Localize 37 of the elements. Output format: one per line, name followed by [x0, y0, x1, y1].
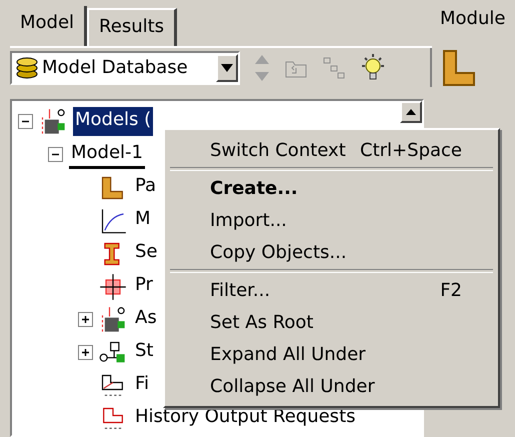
tree-item[interactable]: As	[133, 305, 159, 334]
menu-item[interactable]: Expand All Under	[167, 338, 496, 370]
profile-icon	[99, 272, 127, 300]
tree-item[interactable]: History Output Requests	[133, 404, 358, 433]
tree-item[interactable]: Pa	[133, 173, 158, 202]
tree-item[interactable]: Model-1	[69, 140, 145, 169]
database-dropdown[interactable]: Model Database	[10, 50, 240, 84]
assembly-icon	[99, 306, 127, 334]
menu-item[interactable]: Copy Objects...	[167, 236, 496, 268]
collapse-toggle[interactable]	[18, 114, 33, 129]
scroll-up-button[interactable]	[400, 101, 422, 123]
menu-item[interactable]: Set As Root	[167, 306, 496, 338]
plus-icon	[81, 315, 90, 324]
up-arrow-icon	[406, 109, 416, 115]
menu-item[interactable]: Collapse All Under	[167, 370, 496, 402]
module-label: Module	[440, 8, 506, 29]
menu-item[interactable]: Switch Context Ctrl+Space	[167, 134, 496, 166]
tree-item[interactable]: Se	[133, 239, 160, 268]
caret-icon	[221, 64, 233, 72]
tree-item[interactable]: Fi	[133, 371, 152, 400]
tab[interactable]: Results	[87, 8, 178, 46]
database-icon	[16, 56, 38, 78]
menu-item[interactable]: Create...	[167, 172, 496, 204]
tree-item[interactable]: M	[133, 206, 153, 235]
menu-item[interactable]: Import...	[167, 204, 496, 236]
lightbulb-icon[interactable]	[360, 52, 386, 82]
assembly-icon	[39, 108, 67, 136]
expand-toggle[interactable]	[78, 312, 93, 327]
part-icon[interactable]	[440, 47, 476, 87]
curve-icon	[99, 206, 127, 234]
menu-item[interactable]: Filter... F2	[167, 274, 496, 306]
plus-icon	[81, 348, 90, 357]
expand-toggle[interactable]	[78, 345, 93, 360]
tree-item[interactable]: Models (	[73, 107, 154, 136]
tree-item[interactable]: St	[133, 338, 156, 367]
collapse-toggle[interactable]	[48, 147, 63, 162]
tree-item[interactable]: Pr	[133, 272, 155, 301]
